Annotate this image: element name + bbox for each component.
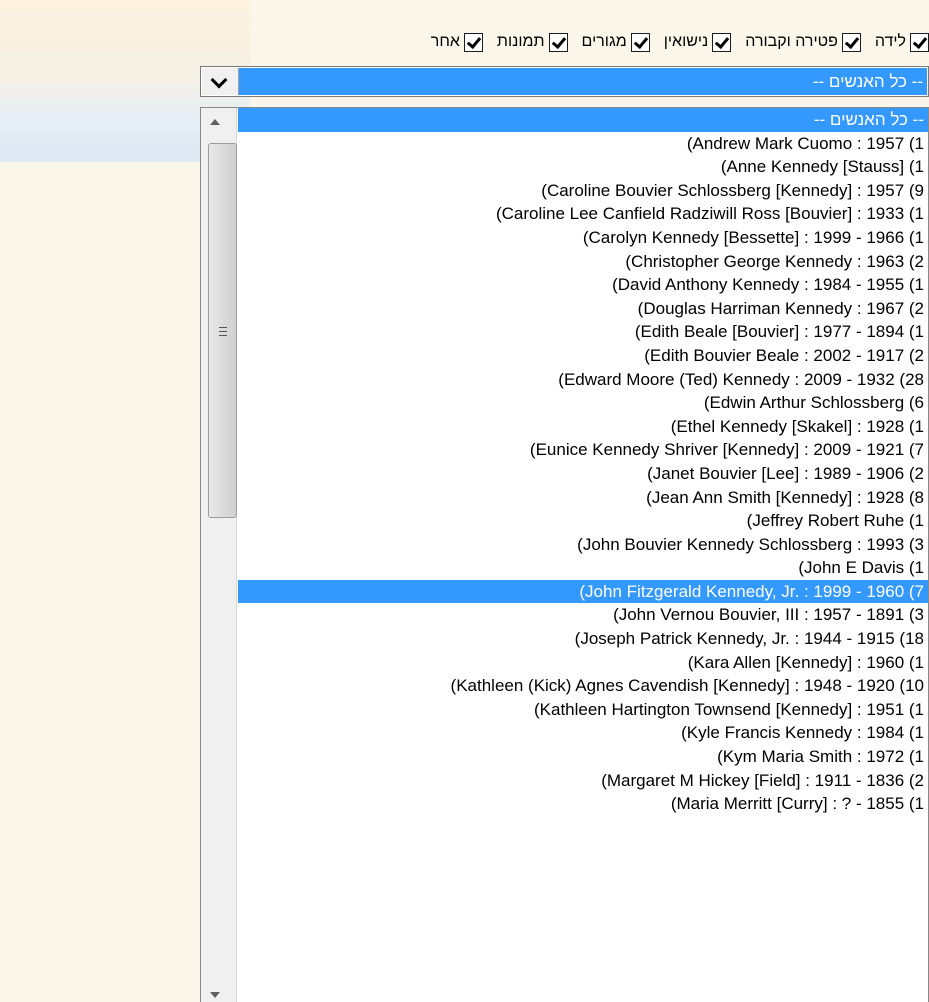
list-item[interactable]: (Kathleen (Kick) Agnes Cavendish [Kenned… xyxy=(238,674,928,698)
list-item[interactable]: (Janet Bouvier [Lee] : 1989 - 1906 (2 xyxy=(238,462,928,486)
list-item[interactable]: (Edith Beale [Bouvier] : 1977 - 1894 (1 xyxy=(238,320,928,344)
dropdown-toggle-button[interactable] xyxy=(202,68,239,95)
list-item[interactable]: (Kathleen Hartington Townsend [Kennedy] … xyxy=(238,698,928,722)
filter-option[interactable]: לידה xyxy=(874,32,929,52)
list-item[interactable]: (Kara Allen [Kennedy] : 1960 (1 xyxy=(238,651,928,675)
checkbox-checked-icon[interactable] xyxy=(841,32,861,52)
event-type-filters: לידה פטירה וקבורה נישואין מגורים תמונות אחר xyxy=(200,30,929,54)
list-item[interactable]: -- כל האנשים -- xyxy=(238,108,928,132)
list-item[interactable]: (Kyle Francis Kennedy : 1984 (1 xyxy=(238,721,928,745)
filter-option[interactable]: תמונות xyxy=(496,32,568,52)
filter-label: פטירה וקבורה xyxy=(745,33,838,50)
list-item[interactable]: (Eunice Kennedy Shriver [Kennedy] : 2009… xyxy=(238,438,928,462)
checkbox-checked-icon[interactable] xyxy=(910,32,929,52)
checkbox-checked-icon[interactable] xyxy=(630,32,650,52)
list-item[interactable]: (Edwin Arthur Schlossberg (6 xyxy=(238,391,928,415)
scroll-down-arrow-icon[interactable] xyxy=(210,992,220,998)
list-item[interactable]: (Christopher George Kennedy : 1963 (2 xyxy=(238,250,928,274)
list-item[interactable]: (Caroline Lee Canfield Radziwill Ross [B… xyxy=(238,202,928,226)
list-item[interactable]: (John Vernou Bouvier, III : 1957 - 1891 … xyxy=(238,603,928,627)
filter-option[interactable]: פטירה וקבורה xyxy=(745,32,861,52)
filter-label: אחר xyxy=(430,33,460,50)
person-list: -- כל האנשים -- (Andrew Mark Cuomo : 1957… xyxy=(238,108,928,816)
list-item[interactable]: (John Bouvier Kennedy Schlossberg : 1993… xyxy=(238,533,928,557)
filter-label: מגורים xyxy=(581,33,627,50)
list-item[interactable]: (Kym Maria Smith : 1972 (1 xyxy=(238,745,928,769)
filter-label: לידה xyxy=(874,33,906,50)
list-item[interactable]: (Joseph Patrick Kennedy, Jr. : 1944 - 19… xyxy=(238,627,928,651)
list-item[interactable]: (Ethel Kennedy [Skakel] : 1928 (1 xyxy=(238,415,928,439)
list-item[interactable]: (John Fitzgerald Kennedy, Jr. : 1999 - 1… xyxy=(238,579,928,604)
list-item[interactable]: (Edith Bouvier Beale : 2002 - 1917 (2 xyxy=(238,344,928,368)
list-item[interactable]: (Caroline Bouvier Schlossberg [Kennedy] … xyxy=(238,179,928,203)
list-item[interactable]: (Andrew Mark Cuomo : 1957 (1 xyxy=(238,132,928,156)
list-item[interactable]: (John E Davis (1 xyxy=(238,556,928,580)
person-select-value: -- כל האנשים -- xyxy=(239,68,927,95)
person-listbox[interactable]: -- כל האנשים -- (Andrew Mark Cuomo : 1957… xyxy=(200,107,929,1002)
list-item[interactable]: (Douglas Harriman Kennedy : 1967 (2 xyxy=(238,297,928,321)
filter-option[interactable]: אחר xyxy=(430,32,483,52)
checkbox-checked-icon[interactable] xyxy=(548,32,568,52)
person-select-dropdown[interactable]: -- כל האנשים -- xyxy=(200,66,929,97)
scroll-up-arrow-icon[interactable] xyxy=(210,119,220,125)
list-item[interactable]: (Jeffrey Robert Ruhe (1 xyxy=(238,509,928,533)
scrollbar-thumb[interactable] xyxy=(208,143,237,518)
filter-label: נישואין xyxy=(663,33,709,50)
checkbox-checked-icon[interactable] xyxy=(712,32,732,52)
list-item[interactable]: (Anne Kennedy [Stauss] (1 xyxy=(238,155,928,179)
chevron-down-icon xyxy=(210,71,228,89)
list-item[interactable]: (Edward Moore (Ted) Kennedy : 2009 - 193… xyxy=(238,368,928,392)
filter-label: תמונות xyxy=(496,33,545,50)
list-item[interactable]: (David Anthony Kennedy : 1984 - 1955 (1 xyxy=(238,273,928,297)
filter-option[interactable]: נישואין xyxy=(663,32,732,52)
list-item[interactable]: (Margaret M Hickey [Field] : 1911 - 1836… xyxy=(238,769,928,793)
grip-icon xyxy=(219,327,227,336)
filter-option[interactable]: מגורים xyxy=(581,32,650,52)
list-item[interactable]: (Maria Merritt [Curry] : ? - 1855 (1 xyxy=(238,792,928,816)
checkbox-checked-icon[interactable] xyxy=(463,32,483,52)
list-item[interactable]: (Jean Ann Smith [Kennedy] : 1928 (8 xyxy=(238,486,928,510)
list-item[interactable]: (Carolyn Kennedy [Bessette] : 1999 - 196… xyxy=(238,226,928,250)
vertical-scrollbar[interactable] xyxy=(201,108,237,1002)
